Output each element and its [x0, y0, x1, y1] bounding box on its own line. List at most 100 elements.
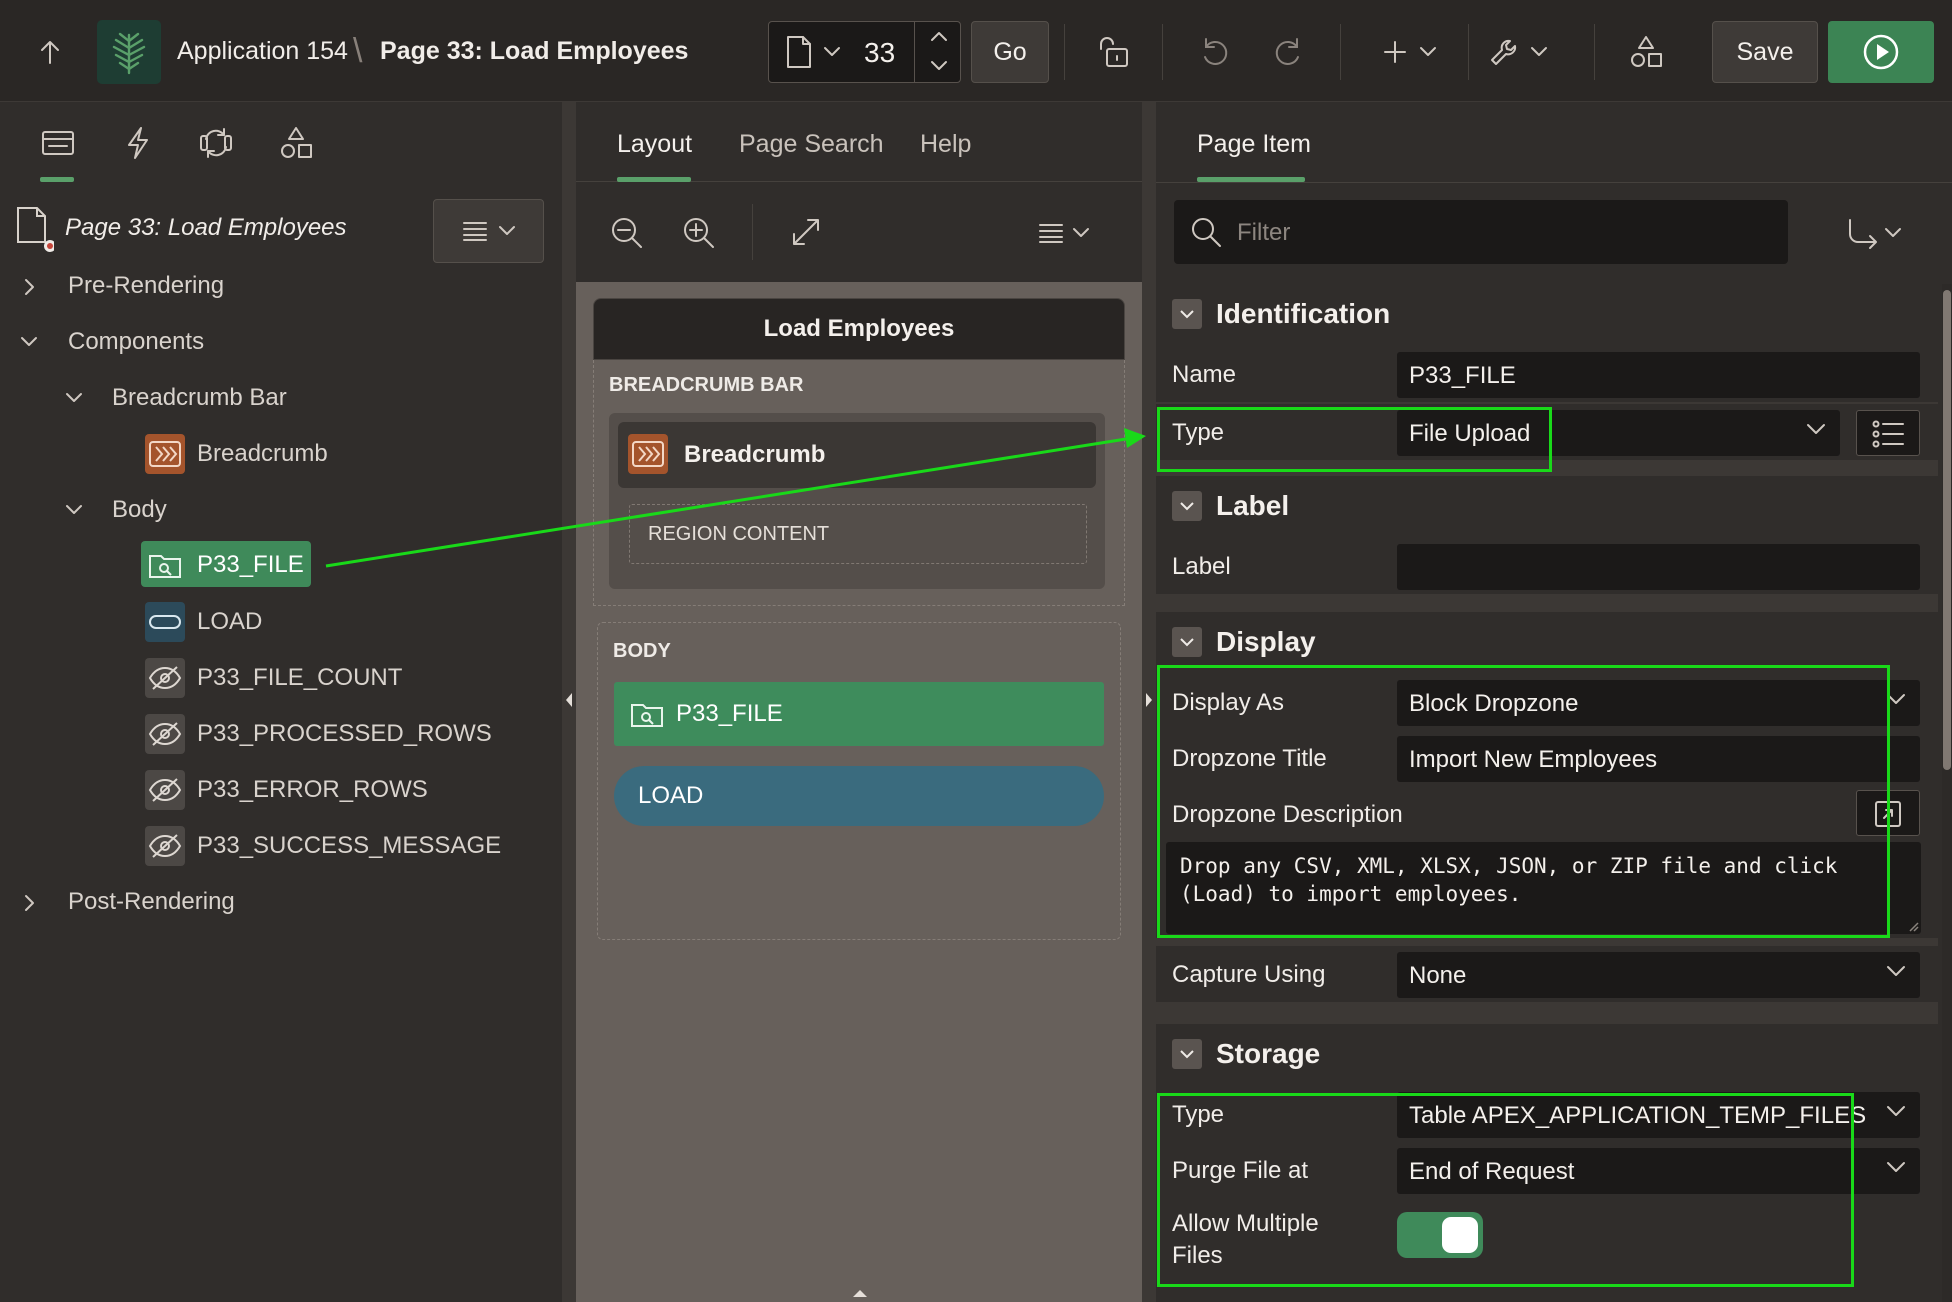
tab-help[interactable]: Help [920, 130, 971, 159]
tab-dynamic-actions[interactable] [116, 118, 160, 168]
layout-p33-file-item[interactable]: P33_FILE [614, 682, 1104, 746]
section-collapse-toggle[interactable] [1172, 627, 1202, 657]
name-field[interactable]: P33_FILE [1397, 352, 1920, 398]
shared-components-button[interactable] [1626, 30, 1666, 74]
section-label[interactable]: Label [1156, 476, 1938, 538]
tab-processing[interactable] [194, 118, 238, 168]
go-to-group-icon[interactable] [1846, 218, 1906, 250]
tab-layout[interactable]: Layout [617, 130, 692, 159]
prop-row-dropzone-title: Dropzone Title Import New Employees [1156, 730, 1938, 786]
section-collapse-toggle[interactable] [1172, 299, 1202, 329]
up-arrow-button[interactable] [30, 32, 70, 72]
hidden-item-icon [145, 770, 185, 810]
tree-node-p33-success-message[interactable]: P33_SUCCESS_MESSAGE [0, 824, 540, 868]
tree-node-post-rendering[interactable]: Post-Rendering [0, 880, 540, 924]
vertical-scrollbar[interactable] [1942, 284, 1952, 1302]
right-splitter[interactable] [1142, 102, 1156, 1302]
go-button[interactable]: Go [971, 21, 1049, 83]
scrollbar-thumb[interactable] [1943, 290, 1951, 770]
tree-menu-button[interactable] [433, 199, 544, 263]
chevron-down-icon[interactable] [20, 336, 38, 348]
resize-handle-icon[interactable] [1907, 920, 1919, 932]
app-logo[interactable] [97, 20, 161, 84]
tab-rendering[interactable] [36, 118, 80, 168]
layout-breadcrumb-region[interactable]: Breadcrumb [618, 422, 1096, 488]
section-display[interactable]: Display [1156, 612, 1938, 674]
property-groups: Identification Name P33_FILE Type File U… [1156, 284, 1938, 1302]
tree-node-load[interactable]: LOAD [0, 600, 540, 644]
label-field[interactable] [1397, 544, 1920, 590]
tree-node-pre-rendering[interactable]: Pre-Rendering [0, 264, 540, 308]
expand-editor-icon [1875, 801, 1901, 827]
prop-row-label: Label [1156, 538, 1938, 594]
page-spinner[interactable] [914, 22, 961, 82]
run-button[interactable] [1828, 21, 1934, 83]
tree-node-breadcrumb[interactable]: Breadcrumb [0, 432, 540, 476]
tree-node-body[interactable]: Body [0, 488, 540, 532]
tree-node-p33-file-count[interactable]: P33_FILE_COUNT [0, 656, 540, 700]
page-icon [787, 36, 811, 68]
filter-input[interactable]: Filter [1174, 200, 1788, 264]
allow-multiple-toggle[interactable] [1397, 1212, 1483, 1258]
tab-page-search[interactable]: Page Search [739, 130, 884, 159]
app-name[interactable]: Application 154 [177, 37, 348, 66]
dropzone-title-field[interactable]: Import New Employees [1397, 736, 1920, 782]
tree-node-p33-processed-rows[interactable]: P33_PROCESSED_ROWS [0, 712, 540, 756]
layout-load-button[interactable]: LOAD [614, 766, 1104, 826]
chevron-down-icon[interactable] [65, 504, 83, 516]
chevron-down-icon [824, 47, 840, 56]
utilities-menu-button[interactable] [1488, 32, 1552, 72]
tree-node-p33-file[interactable]: P33_FILE [0, 543, 540, 587]
chevron-up-icon[interactable] [930, 30, 948, 42]
page-selector[interactable]: 33 [768, 21, 961, 83]
type-select[interactable]: File Upload [1397, 410, 1840, 456]
purge-file-select[interactable]: End of Request [1397, 1148, 1920, 1194]
tree-node-components[interactable]: Components [0, 320, 540, 364]
tab-page-item[interactable]: Page Item [1197, 130, 1311, 159]
caret-right-icon[interactable] [1144, 692, 1154, 708]
region-load-employees[interactable]: Load Employees [593, 298, 1125, 360]
wrench-icon [1491, 39, 1547, 65]
expand-icon[interactable] [790, 216, 822, 248]
tree-node-p33-error-rows[interactable]: P33_ERROR_ROWS [0, 768, 540, 812]
chevron-down-icon[interactable] [930, 60, 948, 72]
section-collapse-toggle[interactable] [1172, 491, 1202, 521]
header-divider [1162, 24, 1163, 80]
display-as-select[interactable]: Block Dropzone [1397, 680, 1920, 726]
tree-root-page[interactable]: Page 33: Load Employees [65, 214, 347, 242]
zoom-in-icon[interactable] [682, 216, 716, 250]
save-button[interactable]: Save [1712, 21, 1818, 83]
section-title: Label [1216, 490, 1290, 521]
page-icon [14, 206, 54, 252]
app-header: Application 154 \ Page 33: Load Employee… [0, 0, 1952, 102]
caret-left-icon[interactable] [564, 692, 574, 708]
undo-button[interactable] [1195, 32, 1235, 72]
open-editor-button[interactable] [1856, 790, 1920, 836]
section-collapse-toggle[interactable] [1172, 1039, 1202, 1069]
file-upload-icon [631, 704, 663, 727]
tree-node-breadcrumb-bar[interactable]: Breadcrumb Bar [0, 376, 540, 420]
menu-icon[interactable] [1038, 222, 1094, 244]
chevron-right-icon[interactable] [24, 278, 36, 296]
redo-button[interactable] [1268, 32, 1308, 72]
lock-button[interactable] [1094, 32, 1134, 72]
layout-load-label: LOAD [638, 782, 704, 809]
section-storage[interactable]: Storage [1156, 1024, 1938, 1086]
page-number-input[interactable]: 33 [864, 37, 895, 69]
section-title: Display [1216, 626, 1316, 657]
chevron-down-icon[interactable] [65, 392, 83, 404]
chevron-right-icon[interactable] [24, 894, 36, 912]
type-list-button[interactable] [1856, 410, 1920, 456]
create-menu-button[interactable] [1380, 32, 1442, 72]
region-content-placeholder[interactable]: REGION CONTENT [629, 504, 1087, 564]
zoom-out-icon[interactable] [610, 216, 644, 250]
section-identification[interactable]: Identification [1156, 284, 1938, 346]
tree-label: Breadcrumb Bar [112, 384, 287, 411]
property-editor-panel: Page Item Filter Identification Name P33… [1156, 102, 1952, 1302]
dropzone-description-textarea[interactable]: Drop any CSV, XML, XLSX, JSON, or ZIP fi… [1166, 842, 1921, 934]
tab-shared-components[interactable] [274, 118, 318, 168]
left-splitter[interactable] [562, 102, 576, 1302]
caret-up-icon[interactable] [852, 1288, 868, 1298]
capture-using-select[interactable]: None [1397, 952, 1920, 998]
storage-type-select[interactable]: Table APEX_APPLICATION_TEMP_FILES [1397, 1092, 1920, 1138]
